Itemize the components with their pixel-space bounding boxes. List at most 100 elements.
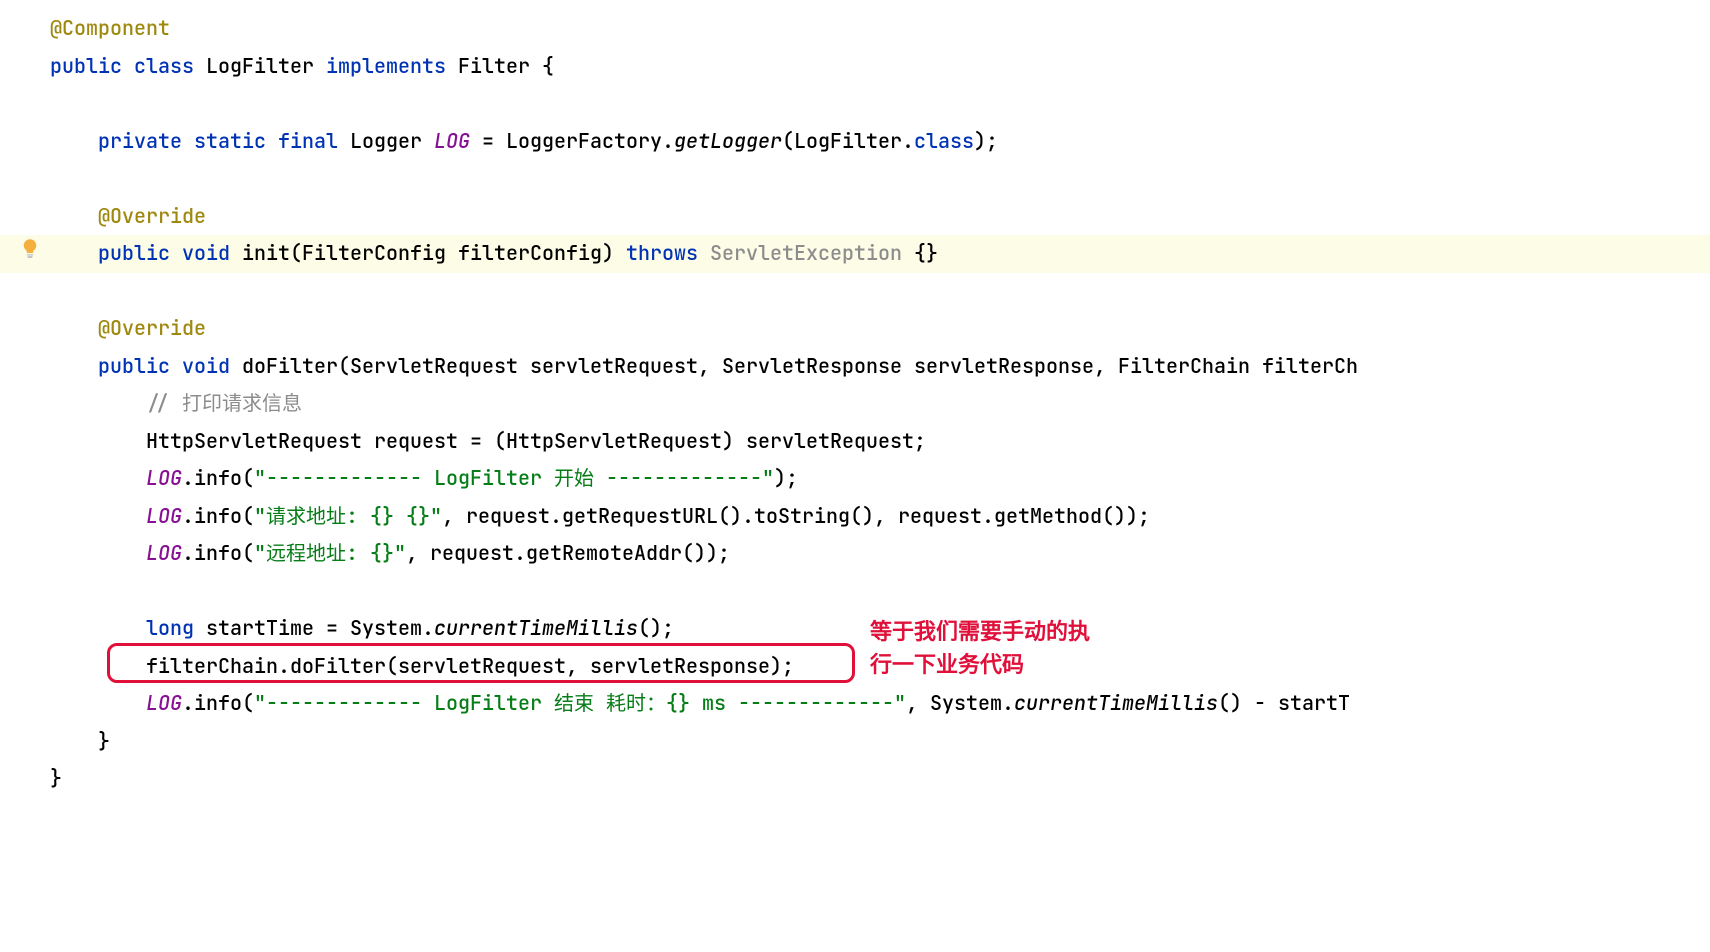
comment: // 打印请求信息 <box>146 390 302 416</box>
method: getMethod <box>994 503 1102 529</box>
code-line[interactable]: HttpServletRequest request = (HttpServle… <box>50 423 1710 461</box>
lightbulb-icon[interactable] <box>20 238 40 258</box>
dot: . <box>982 503 994 529</box>
type: Logger <box>350 128 422 154</box>
callout-line1: 等于我们需要手动的执 <box>870 615 1090 648</box>
method: getLogger <box>674 128 782 154</box>
dot: . <box>514 540 526 566</box>
param: filterConfig <box>458 240 602 266</box>
code-line[interactable]: @Override <box>50 310 1710 348</box>
variable: servletRequest <box>746 428 914 454</box>
brace: } <box>98 728 110 754</box>
type: HttpServletRequest <box>146 428 362 454</box>
method: info <box>194 503 242 529</box>
code-line[interactable]: @Component <box>50 10 1710 48</box>
code-line[interactable]: LOG.info("请求地址: {} {}", request.getReque… <box>50 498 1710 536</box>
type: ServletRequest <box>350 353 518 379</box>
keyword: void <box>182 353 230 379</box>
comma: , <box>698 353 710 379</box>
keyword: final <box>278 128 338 154</box>
code-line[interactable]: @Override <box>50 198 1710 236</box>
code-line[interactable]: private static final Logger LOG = Logger… <box>50 123 1710 161</box>
code-editor[interactable]: @Component public class LogFilter implem… <box>0 0 1710 798</box>
paren: ( <box>242 465 254 491</box>
code-line[interactable]: LOG.info("远程地址: {}", request.getRemoteAd… <box>50 535 1710 573</box>
brace: { <box>542 53 554 79</box>
string-literal: "请求地址: {} {}" <box>254 503 442 529</box>
keyword: throws <box>626 240 698 266</box>
param: filterCh <box>1262 353 1358 379</box>
method: getRequestURL <box>562 503 718 529</box>
type: FilterChain <box>1118 353 1250 379</box>
code-line[interactable]: public void doFilter(ServletRequest serv… <box>50 348 1710 386</box>
code-line[interactable]: // 打印请求信息 <box>50 385 1710 423</box>
type: LoggerFactory <box>506 128 662 154</box>
editor-gutter <box>0 0 50 798</box>
paren: ( <box>338 353 350 379</box>
keyword: static <box>194 128 266 154</box>
paren: ( <box>290 240 302 266</box>
dot: . <box>902 128 914 154</box>
paren: (), <box>850 503 886 529</box>
interface-name: Filter <box>458 53 530 79</box>
code-line-highlighted[interactable]: public void init(FilterConfig filterConf… <box>0 235 1710 273</box>
keyword: long <box>146 615 194 641</box>
type: ServletResponse <box>722 353 902 379</box>
code-line[interactable]: } <box>50 723 1710 761</box>
variable: startTime <box>206 615 314 641</box>
keyword: implements <box>326 53 446 79</box>
string-literal: "------------- LogFilter 开始 ------------… <box>254 465 774 491</box>
code-line[interactable] <box>50 273 1710 311</box>
dot: . <box>422 615 434 641</box>
type: LogFilter <box>794 128 902 154</box>
variable: request <box>466 503 550 529</box>
dot: . <box>182 690 194 716</box>
dot: . <box>1002 690 1014 716</box>
string-literal: "远程地址: {}" <box>254 540 406 566</box>
variable: request <box>430 540 514 566</box>
code-line[interactable]: public class LogFilter implements Filter… <box>50 48 1710 86</box>
keyword: public <box>98 353 170 379</box>
brace: } <box>50 765 62 791</box>
variable: startT <box>1278 690 1350 716</box>
callout-line2: 行一下业务代码 <box>870 648 1090 681</box>
exception-type: ServletException <box>710 240 902 266</box>
code-line[interactable]: } <box>50 760 1710 798</box>
type: System <box>350 615 422 641</box>
code-line[interactable]: LOG.info("------------- LogFilter 开始 ---… <box>50 460 1710 498</box>
semicolon: ; <box>914 428 926 454</box>
callout-text: 等于我们需要手动的执 行一下业务代码 <box>870 615 1090 681</box>
keyword: public <box>98 240 170 266</box>
code-line[interactable] <box>50 85 1710 123</box>
code-line[interactable] <box>50 160 1710 198</box>
keyword: private <box>98 128 182 154</box>
comma: , <box>1094 353 1106 379</box>
method: toString <box>754 503 850 529</box>
code-line[interactable]: LOG.info("------------- LogFilter 结束 耗时：… <box>50 685 1710 723</box>
highlight-box <box>107 643 855 683</box>
cast: (HttpServletRequest) <box>494 428 734 454</box>
type: FilterConfig <box>302 240 446 266</box>
paren: (). <box>718 503 754 529</box>
method: info <box>194 465 242 491</box>
code-line[interactable] <box>50 573 1710 611</box>
method: currentTimeMillis <box>1014 690 1218 716</box>
method: info <box>194 540 242 566</box>
paren: ( <box>782 128 794 154</box>
annotation: @Override <box>98 203 206 229</box>
comma: , <box>906 690 918 716</box>
operator: = <box>470 428 482 454</box>
dot: . <box>550 503 562 529</box>
variable: request <box>898 503 982 529</box>
comma: , <box>442 503 454 529</box>
dot: . <box>182 465 194 491</box>
keyword: void <box>182 240 230 266</box>
paren: ()); <box>1102 503 1150 529</box>
operator: = <box>482 128 494 154</box>
method: getRemoteAddr <box>526 540 682 566</box>
dot: . <box>662 128 674 154</box>
paren: (); <box>638 615 674 641</box>
annotation: @Override <box>98 315 206 341</box>
paren: ( <box>242 540 254 566</box>
variable: LOG <box>146 503 182 529</box>
